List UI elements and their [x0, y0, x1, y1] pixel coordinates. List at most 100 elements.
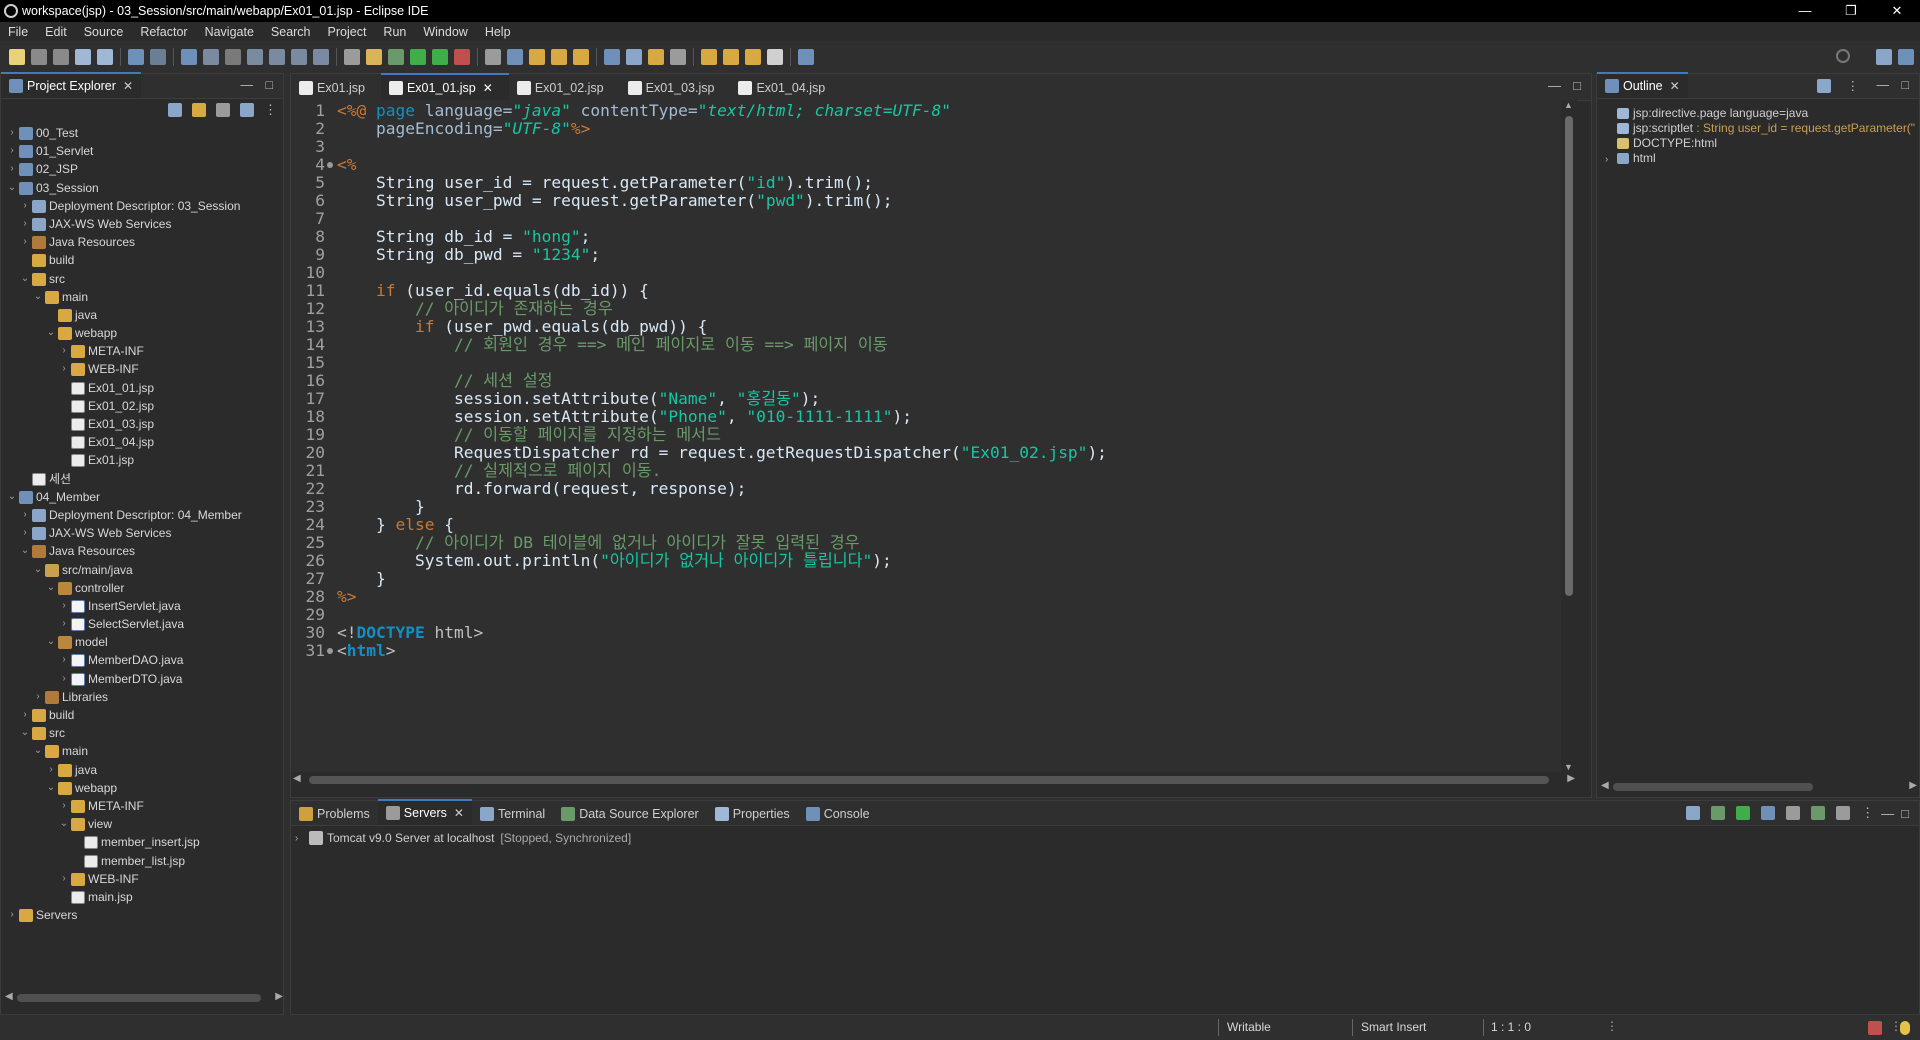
- tree-item[interactable]: java: [1, 306, 283, 324]
- tree-item[interactable]: ⌄ view: [1, 815, 283, 833]
- tree-item[interactable]: › META-INF: [1, 797, 283, 815]
- twisty-icon[interactable]: ›: [33, 688, 43, 706]
- tree-item[interactable]: › java: [1, 761, 283, 779]
- suspend-icon[interactable]: [203, 49, 219, 65]
- tab-properties[interactable]: Properties: [707, 802, 798, 825]
- open-perspective-icon[interactable]: [1876, 49, 1892, 65]
- twisty-icon[interactable]: ›: [1605, 151, 1617, 169]
- collapse-icon[interactable]: [1686, 806, 1701, 820]
- minimize-view-icon[interactable]: —: [241, 78, 254, 92]
- scroll-down-icon[interactable]: ▼: [1564, 762, 1573, 772]
- terminal-icon[interactable]: [128, 49, 144, 65]
- view-menu-icon[interactable]: ⋮: [1861, 805, 1874, 821]
- close-icon[interactable]: ✕: [483, 81, 493, 95]
- tree-item[interactable]: ⌄ main: [1, 742, 283, 760]
- menu-refactor[interactable]: Refactor: [132, 25, 196, 39]
- disconnect-icon[interactable]: [247, 49, 263, 65]
- twisty-icon[interactable]: ›: [59, 615, 69, 633]
- fold-marker-icon[interactable]: [327, 162, 333, 168]
- menu-search[interactable]: Search: [263, 25, 320, 39]
- outline-horizontal-scrollbar[interactable]: ◀ ▶: [1601, 780, 1917, 794]
- tab-problems[interactable]: Problems: [291, 802, 378, 825]
- tree-item[interactable]: ⌄ Java Resources: [1, 542, 283, 560]
- menu-edit[interactable]: Edit: [37, 25, 76, 39]
- menu-help[interactable]: Help: [477, 25, 520, 39]
- twisty-icon[interactable]: ›: [59, 597, 69, 615]
- twisty-icon[interactable]: ›: [59, 870, 69, 888]
- twisty-icon[interactable]: ⌄: [20, 542, 30, 560]
- filter-icon[interactable]: [216, 103, 230, 117]
- new-web-icon[interactable]: [507, 49, 523, 65]
- scroll-right-icon[interactable]: ▶: [1909, 780, 1917, 791]
- twisty-icon[interactable]: ›: [20, 524, 30, 542]
- search-tool-icon[interactable]: [626, 49, 642, 65]
- editor-vertical-scrollbar[interactable]: ▲ ▼: [1561, 100, 1577, 772]
- twisty-icon[interactable]: ⌄: [33, 742, 43, 760]
- tree-item[interactable]: › SelectServlet.java: [1, 615, 283, 633]
- tab-project-explorer[interactable]: Project Explorer ✕: [1, 72, 141, 98]
- tab-data-source-explorer[interactable]: Data Source Explorer: [553, 802, 707, 825]
- tab-console[interactable]: Console: [798, 802, 878, 825]
- tree-item[interactable]: ⌄ src: [1, 724, 283, 742]
- back-icon[interactable]: [701, 49, 717, 65]
- tips-icon[interactable]: [1900, 1021, 1910, 1035]
- pin-icon[interactable]: [670, 49, 686, 65]
- twisty-icon[interactable]: ›: [20, 215, 30, 233]
- tab-servers[interactable]: Servers ✕: [377, 799, 472, 825]
- maximize-view-icon[interactable]: □: [265, 78, 273, 92]
- menu-source[interactable]: Source: [76, 25, 133, 39]
- tree-item[interactable]: ⌄ 03_Session: [1, 179, 283, 197]
- tree-item[interactable]: › JAX-WS Web Services: [1, 215, 283, 233]
- close-button[interactable]: ✕: [1874, 0, 1920, 22]
- publish-icon[interactable]: [1811, 806, 1826, 820]
- tab-terminal[interactable]: Terminal: [472, 802, 553, 825]
- java-ee-perspective-icon[interactable]: [1898, 49, 1914, 65]
- maximize-view-icon[interactable]: □: [1901, 78, 1909, 92]
- editor-tab[interactable]: Ex01_04.jsp: [730, 75, 841, 100]
- step-over-icon[interactable]: [291, 49, 307, 65]
- restore-button[interactable]: ❐: [1828, 0, 1874, 22]
- server-icon[interactable]: [344, 49, 360, 65]
- tree-item[interactable]: Ex01_01.jsp: [1, 379, 283, 397]
- tree-item[interactable]: member_insert.jsp: [1, 833, 283, 851]
- tree-item[interactable]: › MemberDAO.java: [1, 651, 283, 669]
- tree-item[interactable]: › WEB-INF: [1, 360, 283, 378]
- twisty-icon[interactable]: ›: [20, 233, 30, 251]
- tree-item[interactable]: › InsertServlet.java: [1, 597, 283, 615]
- debug-server-icon[interactable]: [1711, 806, 1726, 820]
- twisty-icon[interactable]: ›: [59, 651, 69, 669]
- tree-item[interactable]: ⌄ controller: [1, 579, 283, 597]
- outline-item[interactable]: › html: [1605, 149, 1656, 167]
- forward-icon[interactable]: [723, 49, 739, 65]
- tree-item[interactable]: › MemberDTO.java: [1, 670, 283, 688]
- twisty-icon[interactable]: ›: [46, 761, 56, 779]
- annotation-icon[interactable]: [648, 49, 664, 65]
- scroll-left-icon[interactable]: ◀: [5, 991, 13, 1002]
- scrollbar-thumb[interactable]: [1613, 783, 1813, 791]
- step-into-icon[interactable]: [269, 49, 285, 65]
- tree-item[interactable]: › 00_Test: [1, 124, 283, 142]
- tree-item[interactable]: ⌄ src: [1, 270, 283, 288]
- tree-item[interactable]: › Deployment Descriptor: 04_Member: [1, 506, 283, 524]
- tree-item[interactable]: ⌄ main: [1, 288, 283, 306]
- menu-project[interactable]: Project: [320, 25, 376, 39]
- scroll-up-icon[interactable]: ▲: [1564, 100, 1573, 110]
- disconnect-icon[interactable]: [1836, 806, 1851, 820]
- tree-item[interactable]: › Libraries: [1, 688, 283, 706]
- redo-icon[interactable]: [97, 49, 113, 65]
- tree-item[interactable]: › META-INF: [1, 342, 283, 360]
- tree-item[interactable]: Ex01_04.jsp: [1, 433, 283, 451]
- twisty-icon[interactable]: ›: [7, 142, 17, 160]
- edit-icon[interactable]: [573, 49, 589, 65]
- editor-tab[interactable]: Ex01_03.jsp: [620, 75, 731, 100]
- focus-icon[interactable]: [240, 103, 254, 117]
- run-icon[interactable]: [410, 49, 426, 65]
- minimize-button[interactable]: —: [1782, 0, 1828, 22]
- tree-item[interactable]: main.jsp: [1, 888, 283, 906]
- twisty-icon[interactable]: ›: [7, 906, 17, 924]
- twisty-icon[interactable]: ⌄: [20, 724, 30, 742]
- perspective-icon[interactable]: [798, 49, 814, 65]
- fold-marker-icon[interactable]: [327, 648, 333, 654]
- tree-item[interactable]: ⌄ model: [1, 633, 283, 651]
- tree-item[interactable]: › Servers: [1, 906, 283, 924]
